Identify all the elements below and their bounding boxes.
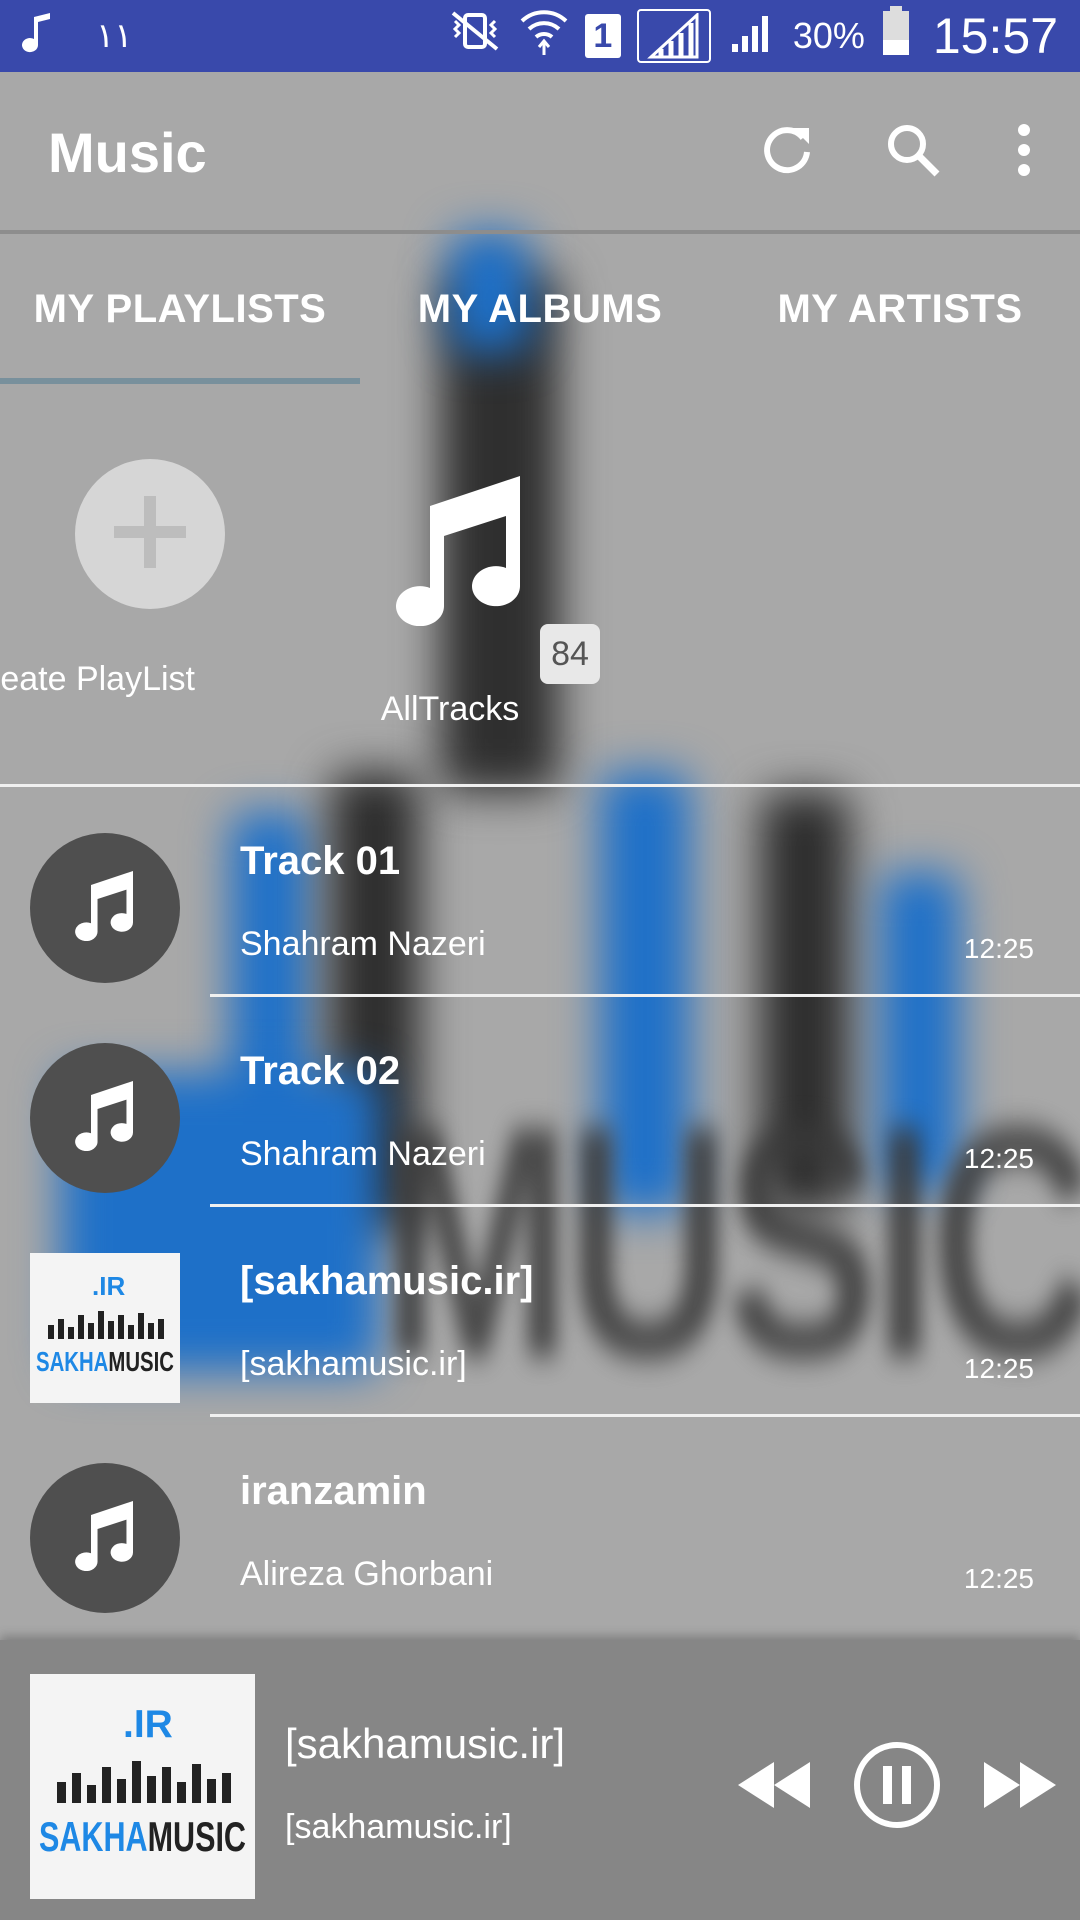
music-note-icon	[22, 12, 56, 60]
svg-text:SAKHAMUSIC: SAKHAMUSIC	[39, 1813, 246, 1860]
now-playing-title: [sakhamusic.ir]	[285, 1720, 566, 1767]
sim-slot-badge: 1	[584, 14, 621, 58]
notification-indicator: ۱۱	[96, 17, 133, 55]
track-title: iranzamin	[240, 1469, 427, 1513]
track-item[interactable]: iranzamin Alireza Ghorbani 12:25	[0, 1417, 1080, 1627]
search-icon	[883, 120, 943, 185]
music-note-icon	[390, 476, 530, 630]
track-artist: Shahram Nazeri	[240, 925, 486, 963]
search-button[interactable]	[858, 97, 968, 207]
rewind-button[interactable]	[738, 1760, 810, 1815]
svg-text:SAKHAMUSIC: SAKHAMUSIC	[36, 1346, 174, 1377]
clock: 15:57	[932, 8, 1058, 64]
track-duration: 12:25	[963, 933, 1034, 964]
battery-icon	[881, 6, 911, 66]
tab-my-playlists[interactable]: MY PLAYLISTS	[0, 234, 360, 384]
music-note-icon	[70, 1500, 140, 1576]
track-item[interactable]: Track 02 Shahram Nazeri 12:25	[0, 997, 1080, 1207]
now-playing-artist: [sakhamusic.ir]	[285, 1808, 512, 1846]
tab-bar: MY PLAYLISTS MY ALBUMS MY ARTISTS	[0, 234, 1080, 384]
track-thumbnail	[30, 833, 180, 983]
tab-my-albums[interactable]: MY ALBUMS	[360, 234, 720, 384]
track-duration: 12:25	[963, 1353, 1034, 1384]
track-item[interactable]: Track 01 Shahram Nazeri 12:25	[0, 787, 1080, 997]
track-duration: 12:25	[963, 1563, 1034, 1594]
now-playing-artwork: .IR SAKHAMUSIC	[30, 1674, 255, 1899]
refresh-button[interactable]	[732, 97, 842, 207]
music-note-icon	[70, 1080, 140, 1156]
sakhamusic-logo: .IR SAKHAMUSIC	[39, 1703, 246, 1860]
status-bar: ۱۱ 1 30% 15:57	[0, 0, 1080, 72]
rewind-icon	[738, 1760, 810, 1815]
tab-my-artists[interactable]: MY ARTISTS	[720, 234, 1080, 384]
pause-button[interactable]	[852, 1740, 942, 1835]
signal-strength-icon-2	[727, 8, 777, 64]
alltracks-label: AllTracks	[380, 690, 520, 728]
music-note-icon	[70, 870, 140, 946]
sakhamusic-logo-thumbnail: .IR SAKHAMUSIC	[30, 1253, 180, 1403]
svg-text:.IR: .IR	[123, 1703, 173, 1746]
page-title: Music	[48, 120, 207, 184]
track-duration: 12:25	[963, 1143, 1034, 1174]
fast-forward-icon	[984, 1760, 1056, 1815]
create-playlist-label: Create PlayList	[0, 660, 195, 698]
plus-icon	[110, 492, 190, 577]
svg-text:.IR: .IR	[92, 1271, 125, 1301]
signal-strength-icon-1	[636, 9, 711, 63]
track-artist: [sakhamusic.ir]	[240, 1345, 467, 1383]
track-artist: Alireza Ghorbani	[240, 1555, 494, 1593]
refresh-icon	[757, 120, 817, 185]
track-item[interactable]: .IR SAKHAMUSIC [sakhamusic.ir] [sakhamus…	[0, 1207, 1080, 1417]
more-vert-icon	[1014, 120, 1034, 185]
pause-icon	[852, 1740, 942, 1835]
track-title: Track 02	[240, 1049, 401, 1093]
track-list: Track 01 Shahram Nazeri 12:25 Track 02 S…	[0, 787, 1080, 1627]
playlists-row: Create PlayList 84 AllTracks	[0, 384, 1080, 784]
track-thumbnail	[30, 1463, 180, 1613]
alltracks-playlist[interactable]	[390, 476, 530, 631]
app-bar: Music	[0, 72, 1080, 232]
now-playing-bar[interactable]: .IR SAKHAMUSIC [sakhamusic.ir] [sakhamus…	[0, 1640, 1080, 1920]
sakhamusic-logo: .IR SAKHAMUSIC	[36, 1271, 174, 1377]
track-title: Track 01	[240, 839, 401, 883]
wifi-icon	[519, 7, 569, 65]
track-count-badge: 84	[540, 624, 600, 684]
create-playlist-button[interactable]	[75, 459, 225, 609]
vibrate-mute-icon	[447, 9, 503, 63]
fast-forward-button[interactable]	[984, 1760, 1056, 1815]
battery-percent: 30%	[792, 15, 865, 56]
overflow-menu-button[interactable]	[984, 97, 1064, 207]
track-title: [sakhamusic.ir]	[240, 1259, 534, 1303]
track-thumbnail	[30, 1043, 180, 1193]
track-artist: Shahram Nazeri	[240, 1135, 486, 1173]
